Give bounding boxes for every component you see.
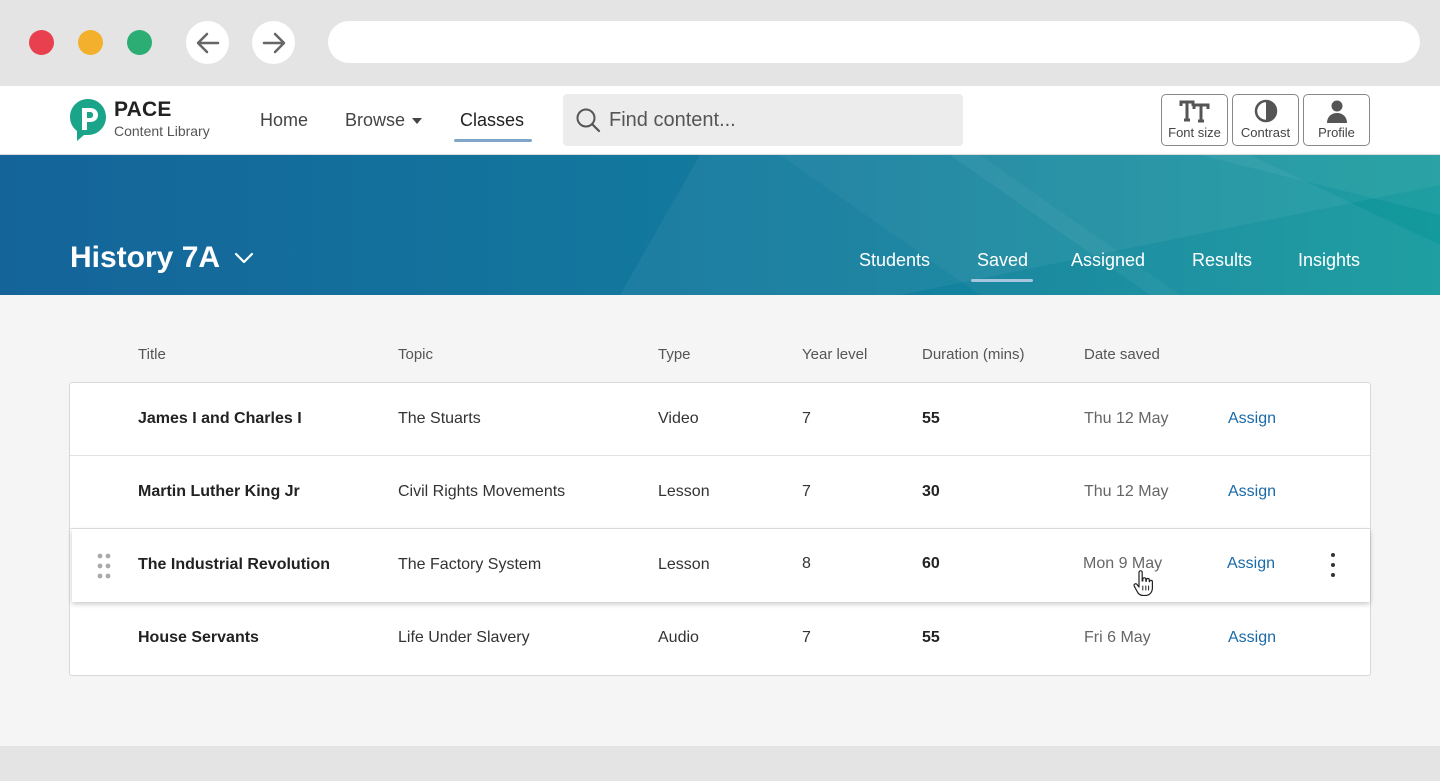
assign-link[interactable]: Assign xyxy=(1228,483,1276,501)
tab-saved[interactable]: Saved xyxy=(977,250,1028,271)
profile-label: Profile xyxy=(1318,125,1355,140)
search-box[interactable] xyxy=(563,94,963,146)
row-year-level: 7 xyxy=(802,629,811,646)
column-header-date-saved[interactable]: Date saved xyxy=(1084,346,1160,363)
nav-browse[interactable]: Browse xyxy=(345,110,423,131)
column-header-title[interactable]: Title xyxy=(138,346,166,363)
font-size-button[interactable]: Font size xyxy=(1161,94,1228,146)
column-header-year-level[interactable]: Year level xyxy=(802,346,867,363)
row-duration: 55 xyxy=(922,629,940,646)
row-year-level: 8 xyxy=(802,555,811,572)
table-row[interactable]: Martin Luther King Jr Civil Rights Movem… xyxy=(70,456,1370,529)
row-topic: Life Under Slavery xyxy=(398,629,530,646)
font-size-icon xyxy=(1179,100,1209,123)
class-banner: History 7A Students Saved Assigned Resul… xyxy=(0,155,1440,295)
page-viewport: PACE Content Library Home Browse Classes… xyxy=(0,86,1440,746)
address-bar[interactable] xyxy=(328,21,1420,63)
row-topic: The Stuarts xyxy=(398,410,481,427)
table-row-hovered[interactable]: The Industrial Revolution The Factory Sy… xyxy=(72,529,1370,602)
contrast-button[interactable]: Contrast xyxy=(1232,94,1299,146)
app-header: PACE Content Library Home Browse Classes… xyxy=(0,86,1440,155)
drag-handle-icon[interactable] xyxy=(96,552,112,580)
row-type: Lesson xyxy=(658,556,710,573)
search-input[interactable] xyxy=(609,108,949,132)
column-header-duration[interactable]: Duration (mins) xyxy=(922,346,1025,363)
hand-cursor-icon xyxy=(1133,570,1153,596)
tab-active-indicator xyxy=(971,279,1033,282)
brand-subtitle: Content Library xyxy=(114,123,210,139)
table-row[interactable]: House Servants Life Under Slavery Audio … xyxy=(70,602,1370,675)
forward-arrow-icon xyxy=(262,32,285,53)
table-row[interactable]: James I and Charles I The Stuarts Video … xyxy=(70,383,1370,456)
contrast-label: Contrast xyxy=(1240,125,1291,140)
search-icon xyxy=(576,108,601,133)
tab-students[interactable]: Students xyxy=(859,250,930,271)
minimize-window-dot[interactable] xyxy=(78,30,103,55)
row-date-saved: Thu 12 May xyxy=(1084,483,1169,500)
nav-home[interactable]: Home xyxy=(260,110,308,131)
back-arrow-icon xyxy=(196,32,219,53)
close-window-dot[interactable] xyxy=(29,30,54,55)
tab-insights[interactable]: Insights xyxy=(1298,250,1360,271)
contrast-icon xyxy=(1254,99,1277,123)
row-date-saved: Fri 6 May xyxy=(1084,629,1151,646)
row-duration: 60 xyxy=(922,555,940,572)
profile-button[interactable]: Profile xyxy=(1303,94,1370,146)
tab-assigned[interactable]: Assigned xyxy=(1071,250,1145,271)
nav-browse-label: Browse xyxy=(345,110,406,130)
tab-results[interactable]: Results xyxy=(1192,250,1252,271)
row-date-saved: Thu 12 May xyxy=(1084,410,1169,427)
browser-forward-button[interactable] xyxy=(252,21,295,64)
class-title: History 7A xyxy=(70,241,221,274)
maximize-window-dot[interactable] xyxy=(127,30,152,55)
profile-icon xyxy=(1326,100,1347,123)
row-title[interactable]: The Industrial Revolution xyxy=(138,556,330,574)
class-selector[interactable]: History 7A xyxy=(70,241,254,275)
row-title[interactable]: House Servants xyxy=(138,629,259,647)
row-year-level: 7 xyxy=(802,483,811,500)
row-title[interactable]: Martin Luther King Jr xyxy=(138,483,300,501)
brand-name: PACE xyxy=(114,98,172,121)
row-type: Lesson xyxy=(658,483,710,500)
row-duration: 55 xyxy=(922,410,940,427)
caret-down-icon xyxy=(412,117,423,124)
row-type: Video xyxy=(658,410,699,427)
pace-logo[interactable] xyxy=(70,99,106,141)
nav-active-indicator xyxy=(454,139,532,142)
browser-back-button[interactable] xyxy=(186,21,229,64)
row-year-level: 7 xyxy=(802,410,811,427)
row-title[interactable]: James I and Charles I xyxy=(138,410,302,428)
assign-link[interactable]: Assign xyxy=(1227,555,1275,573)
kebab-menu-icon[interactable] xyxy=(1323,553,1343,577)
saved-content-table: James I and Charles I The Stuarts Video … xyxy=(69,382,1371,676)
font-size-label: Font size xyxy=(1168,125,1221,140)
nav-classes[interactable]: Classes xyxy=(460,110,524,131)
chevron-down-icon xyxy=(234,252,254,264)
browser-chrome xyxy=(0,0,1440,86)
column-header-type[interactable]: Type xyxy=(658,346,691,363)
assign-link[interactable]: Assign xyxy=(1228,629,1276,647)
row-topic: Civil Rights Movements xyxy=(398,483,566,500)
row-topic: The Factory System xyxy=(398,556,542,573)
row-type: Audio xyxy=(658,629,699,646)
row-duration: 30 xyxy=(922,483,940,500)
column-header-topic[interactable]: Topic xyxy=(398,346,433,363)
assign-link[interactable]: Assign xyxy=(1228,410,1276,428)
